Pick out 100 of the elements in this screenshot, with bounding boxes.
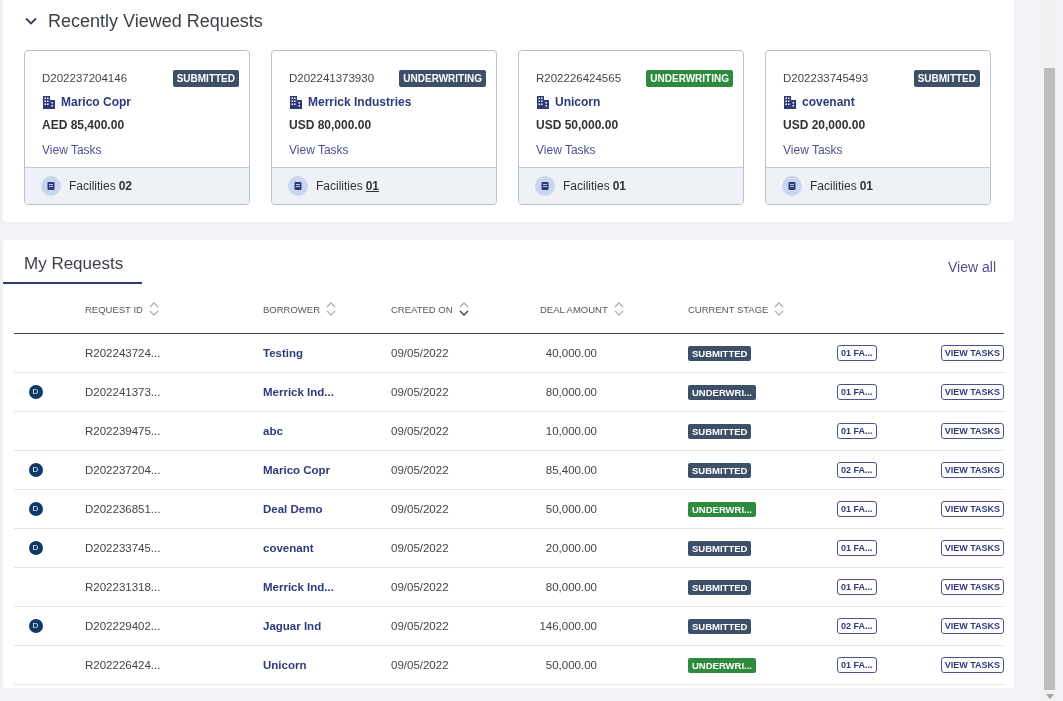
view-tasks-button[interactable]: VIEW TASKS	[940, 345, 1004, 361]
view-tasks-button[interactable]: VIEW TASKS	[940, 618, 1004, 634]
created-date: 09/05/2022	[391, 659, 449, 671]
request-card[interactable]: D202233745493 SUBMITTED covenant USD 20,000.00 View Tasks Facilities 01	[765, 50, 991, 205]
facilities-label: Facilities	[69, 179, 116, 193]
request-card[interactable]: D202241373930 UNDERWRITING Merrick Industries USD 80,000.00 View Tasks Facilities 01	[271, 50, 497, 205]
borrower-name: Marico Copr	[61, 95, 131, 109]
request-id: D202236851...	[85, 503, 161, 515]
borrower-name[interactable]: Testing	[263, 347, 304, 359]
view-tasks-link[interactable]: View Tasks	[42, 143, 102, 157]
deal-amount: 50,000.00	[545, 503, 597, 515]
created-date: 09/05/2022	[391, 425, 449, 437]
view-tasks-button[interactable]: VIEW TASKS	[940, 579, 1004, 595]
view-tasks-button[interactable]: VIEW TASKS	[940, 462, 1004, 478]
stage-badge: SUBMITTED	[688, 462, 752, 478]
draft-marker: D	[28, 385, 43, 399]
facilities-count: 01	[859, 179, 874, 193]
building-icon	[42, 95, 56, 109]
created-date: 09/05/2022	[391, 542, 449, 554]
column-header: CREATED ON	[391, 303, 453, 315]
column-header: DEAL AMOUNT	[540, 303, 608, 315]
deal-amount: 40,000.00	[545, 347, 597, 359]
borrower-name[interactable]: Unicorn	[263, 659, 307, 671]
request-card[interactable]: R202226424565 UNDERWRITING Unicorn USD 50,000.00 View Tasks Facilities 01	[518, 50, 744, 205]
facilities-button[interactable]: 01 FA...	[837, 540, 877, 556]
scroll-down-icon[interactable]	[1046, 694, 1054, 699]
stage-badge: UNDERWRI...	[688, 384, 756, 400]
stage-badge: SUBMITTED	[172, 69, 239, 87]
request-card[interactable]: D202237204146 SUBMITTED Marico Copr AED 85,400.00 View Tasks Facilities 02	[24, 50, 250, 205]
borrower-name: Unicorn	[555, 95, 601, 109]
view-tasks-link[interactable]: View Tasks	[289, 143, 349, 157]
facilities-button[interactable]: 01 FA...	[837, 657, 877, 673]
view-tasks-button[interactable]: VIEW TASKS	[940, 540, 1004, 556]
request-id: D202237204...	[85, 464, 161, 476]
deal-amount: 50,000.00	[545, 659, 597, 671]
building-icon	[783, 95, 797, 109]
deal-amount: 80,000.00	[545, 581, 597, 593]
view-tasks-button[interactable]: VIEW TASKS	[940, 657, 1004, 673]
column-header: BORROWER	[263, 303, 320, 315]
stage-badge: UNDERWRITING	[646, 69, 733, 87]
draft-marker: D	[28, 541, 43, 555]
request-id: R202226424565	[536, 72, 622, 84]
borrower-name[interactable]: Merrick Ind...	[263, 386, 334, 398]
facilities-button[interactable]: 02 FA...	[837, 462, 877, 478]
scrollbar[interactable]	[1043, 0, 1056, 701]
draft-marker: D	[28, 463, 43, 477]
document-icon	[288, 176, 308, 196]
building-icon	[289, 95, 303, 109]
borrower-name[interactable]: Deal Demo	[263, 503, 323, 515]
scrollbar-thumb[interactable]	[1044, 68, 1055, 690]
view-tasks-link[interactable]: View Tasks	[783, 143, 843, 157]
facilities-button[interactable]: 01 FA...	[837, 345, 877, 361]
facilities-count: 01	[612, 179, 627, 193]
document-icon	[782, 176, 802, 196]
view-tasks-link[interactable]: View Tasks	[536, 143, 596, 157]
request-id: R202239475...	[85, 425, 161, 437]
stage-badge: UNDERWRITING	[399, 69, 486, 87]
request-id: D202241373...	[85, 386, 161, 398]
building-icon	[536, 95, 550, 109]
column-header: REQUEST ID	[85, 303, 143, 315]
chevron-icon[interactable]	[24, 16, 38, 26]
deal-amount: 85,400.00	[545, 464, 597, 476]
created-date: 09/05/2022	[391, 386, 449, 398]
tab[interactable]: My Requests	[3, 240, 143, 284]
document-icon	[41, 176, 61, 196]
column-header: CURRENT STAGE	[688, 303, 769, 315]
deal-amount: USD 50,000.00	[536, 118, 620, 132]
sort-icon[interactable]	[458, 302, 469, 316]
stage-badge: SUBMITTED	[688, 579, 752, 595]
borrower-name[interactable]: covenant	[263, 542, 314, 554]
request-id: D202241373930	[289, 72, 375, 84]
facilities-button[interactable]: 01 FA...	[837, 423, 877, 439]
request-id: D202233745493	[783, 72, 869, 84]
request-id: R202226424...	[85, 659, 161, 671]
borrower-name[interactable]: abc	[263, 425, 283, 437]
facilities-count: 02	[118, 179, 133, 193]
view-tasks-button[interactable]: VIEW TASKS	[940, 501, 1004, 517]
view-tasks-button[interactable]: VIEW TASKS	[940, 423, 1004, 439]
view-all-link[interactable]: View all	[948, 259, 996, 275]
created-date: 09/05/2022	[391, 347, 449, 359]
facilities-button[interactable]: 01 FA...	[837, 579, 877, 595]
deal-amount: AED 85,400.00	[42, 118, 126, 132]
request-id: R202231318...	[85, 581, 161, 593]
borrower-name[interactable]: Jaguar Ind	[263, 620, 322, 632]
view-tasks-button[interactable]: VIEW TASKS	[940, 384, 1004, 400]
borrower-name[interactable]: Merrick Ind...	[263, 581, 334, 593]
stage-badge: UNDERWRI...	[688, 501, 756, 517]
facilities-button[interactable]: 02 FA...	[837, 618, 877, 634]
draft-marker: D	[28, 502, 43, 516]
borrower-name: covenant	[802, 95, 855, 109]
facilities-button[interactable]: 01 FA...	[837, 384, 877, 400]
borrower-name[interactable]: Marico Copr	[263, 464, 331, 476]
created-date: 09/05/2022	[391, 581, 449, 593]
draft-marker: D	[28, 619, 43, 633]
stage-badge: SUBMITTED	[688, 345, 752, 361]
facilities-count[interactable]: 01	[365, 179, 380, 193]
facilities-button[interactable]: 01 FA...	[837, 501, 877, 517]
request-id: D202237204146	[42, 72, 128, 84]
created-date: 09/05/2022	[391, 503, 449, 515]
deal-amount: USD 20,000.00	[783, 118, 867, 132]
